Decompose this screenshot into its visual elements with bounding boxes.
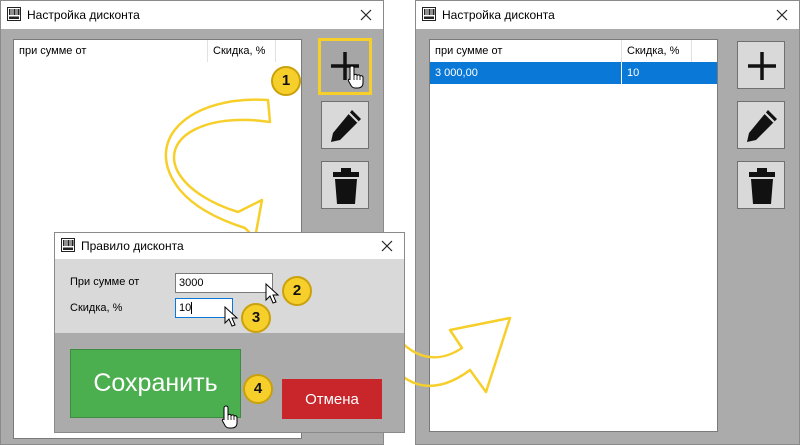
sum-label: При сумме от (70, 276, 140, 288)
dialog-title: Правило дисконта (81, 239, 184, 253)
step-badge-1: 1 (271, 66, 301, 96)
close-icon (381, 240, 393, 252)
sum-input[interactable]: 3000 (175, 273, 273, 293)
discount-label: Скидка, % (70, 302, 123, 314)
close-button[interactable] (376, 235, 398, 257)
arrow-cursor-icon (224, 306, 239, 327)
hand-cursor-icon (221, 405, 238, 429)
discount-rule-dialog: Правило дисконта При сумме от 3000 Скидк… (54, 232, 405, 433)
text-caret (191, 302, 193, 315)
app-icon (61, 238, 75, 252)
cancel-button[interactable]: Отмена (282, 379, 382, 419)
save-button[interactable]: Сохранить (70, 349, 241, 418)
step-badge-3: 3 (241, 303, 271, 333)
step-badge-2: 2 (282, 276, 312, 306)
hand-cursor-icon (347, 65, 364, 89)
discount-value: 10 (179, 302, 192, 314)
cancel-label: Отмена (305, 390, 359, 408)
arrow-cursor-icon (265, 283, 280, 304)
titlebar: Правило дисконта (55, 233, 404, 259)
step-badge-4: 4 (243, 374, 273, 404)
save-label: Сохранить (93, 369, 218, 397)
